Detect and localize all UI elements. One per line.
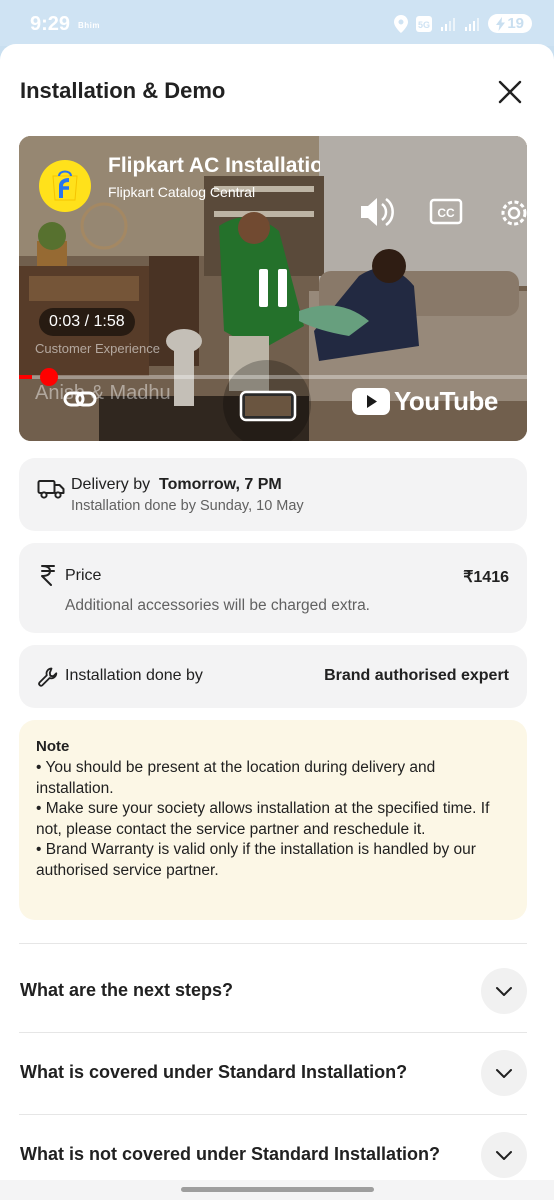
note-box: Note • You should be present at the loca… [19,720,527,920]
price-note: Additional accessories will be charged e… [65,597,370,614]
carrier-label: Bhim [78,21,100,30]
home-gesture-handle[interactable] [181,1187,374,1192]
note-line: • Brand Warranty is valid only if the in… [36,841,476,879]
signal-icon [441,17,456,31]
location-icon [394,14,409,33]
chevron-down-icon [496,1151,512,1160]
duration: 1:58 [93,313,125,330]
progress-fill [19,375,32,379]
faq-question: What are the next steps? [20,980,234,1000]
video-title: Flipkart AC Installation [108,154,320,177]
flipkart-bag-icon [52,170,78,201]
price-card: Price ₹1416 Additional accessories will … [19,543,527,633]
faq-item-not-covered[interactable]: What is not covered under Standard Insta… [19,1126,527,1186]
gesture-nav-bar [0,1180,554,1200]
expand-button[interactable] [481,968,527,1014]
svg-text:5G: 5G [418,20,430,30]
overlay-caption-2: Anish & Madhu [35,382,171,404]
delivery-line: Delivery by Tomorrow, 7 PM [71,476,282,494]
installation-sheet: Installation & Demo CC Flipkart AC Insta… [0,44,554,1184]
svg-text:CC: CC [437,206,455,220]
battery-indicator: 19 [488,14,532,33]
delivery-date: Tomorrow, 7 PM [159,476,282,493]
installer-value: Brand authorised expert [324,667,509,684]
note-title: Note [36,738,70,755]
youtube-play-icon [352,388,390,415]
video-channel: Flipkart Catalog Central [108,184,256,200]
overlay-caption-1: Customer Experience [35,341,160,356]
note-line: • Make sure your society allows installa… [36,800,490,838]
faq-item-next-steps[interactable]: What are the next steps? [19,962,527,1022]
volte-icon: 5G [416,15,433,32]
sheet-title: Installation & Demo [20,78,226,103]
note-body: • You should be present at the location … [36,758,516,881]
rupee-icon [41,565,55,586]
status-time: 9:29 [30,13,71,35]
price-label: Price [65,567,102,584]
youtube-watermark[interactable]: YouTube [352,386,498,417]
delivery-prefix: Delivery by [71,476,151,493]
chevron-down-icon [496,1069,512,1078]
price-value: ₹1416 [463,569,509,586]
delivery-truck-icon [37,480,65,499]
battery-level: 19 [507,15,524,32]
progress-scrubber[interactable] [39,368,58,386]
video-timestamp: 0:03 / 1:58 [39,308,135,336]
delivery-card: Delivery by Tomorrow, 7 PM Installation … [19,458,527,531]
divider [19,1114,527,1115]
flipkart-logo [39,160,91,212]
divider [19,1032,527,1033]
chevron-down-icon [496,987,512,996]
expand-button[interactable] [481,1132,527,1178]
status-bar: 9:29 Bhim 5G 19 [0,0,554,46]
current-time: 0:03 [49,313,81,330]
installer-card: Installation done by Brand authorised ex… [19,645,527,708]
close-icon[interactable] [496,78,524,106]
installation-date: Installation done by Sunday, 10 May [71,498,304,514]
video-progress-bar[interactable] [19,368,527,386]
note-line: • You should be present at the location … [36,759,436,797]
charging-icon [496,16,506,31]
faq-item-covered[interactable]: What is covered under Standard Installat… [19,1044,527,1104]
video-player[interactable]: CC Flipkart AC Installation Flipkart Cat… [19,136,527,441]
wrench-icon [38,667,58,687]
signal-icon-2 [465,17,480,31]
faq-question: What is covered under Standard Installat… [20,1062,408,1082]
divider [19,943,527,944]
status-icons: 5G 19 [394,14,532,33]
faq-question: What is not covered under Standard Insta… [20,1144,441,1164]
expand-button[interactable] [481,1050,527,1096]
installer-label: Installation done by [65,667,203,684]
time-separator: / [84,313,90,330]
youtube-label: YouTube [394,386,498,416]
